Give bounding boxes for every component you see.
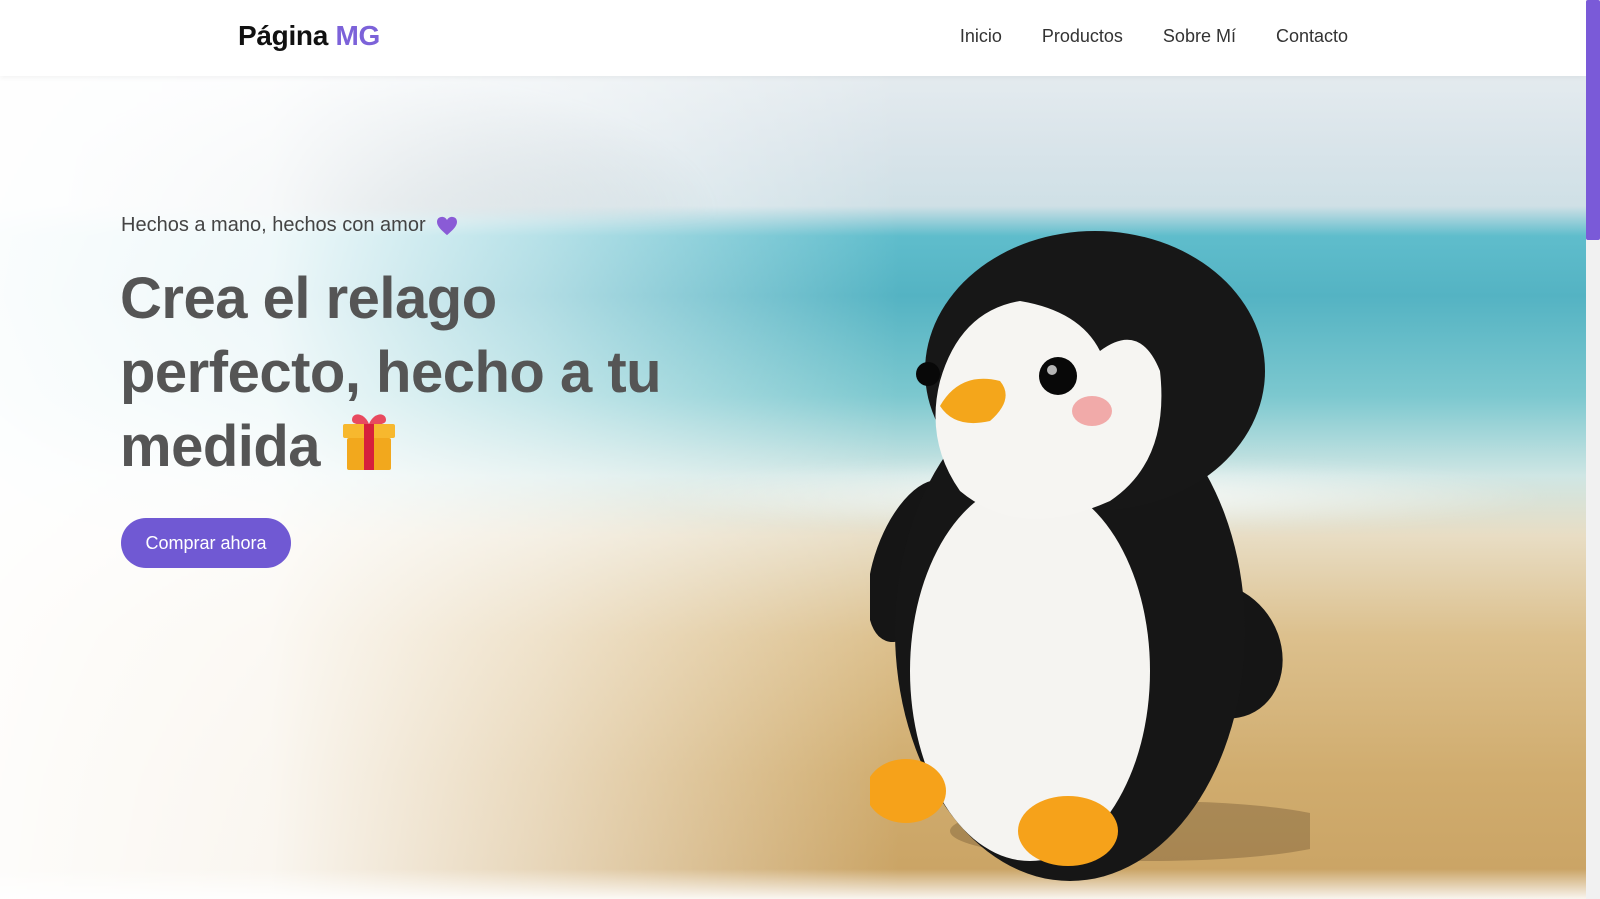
purple-heart-icon bbox=[436, 216, 457, 235]
hero-tagline: Hechos a mano, hechos con amor bbox=[121, 214, 458, 237]
headline-line-1: Crea el relago bbox=[120, 266, 497, 331]
page-scrollbar[interactable] bbox=[1586, 0, 1600, 899]
penguin-plush-icon bbox=[870, 231, 1310, 881]
headline-line-2: perfecto, hecho a tu bbox=[120, 340, 662, 405]
gift-icon bbox=[343, 414, 396, 470]
logo-text: Página bbox=[238, 20, 329, 51]
hero-headline: Crea el relago perfecto, hecho a tu medida bbox=[120, 262, 740, 484]
site-logo[interactable]: Página MG bbox=[238, 20, 380, 52]
hero-section: Hechos a mano, hechos con amor Crea el r… bbox=[0, 76, 1586, 899]
site-header: Página MG Inicio Productos Sobre Mí Cont… bbox=[0, 0, 1586, 76]
nav-link-sobre-mi[interactable]: Sobre Mí bbox=[1163, 26, 1236, 47]
nav-link-inicio[interactable]: Inicio bbox=[960, 26, 1002, 47]
scrollbar-thumb[interactable] bbox=[1586, 0, 1600, 240]
tagline-text: Hechos a mano, hechos con amor bbox=[121, 214, 426, 236]
buy-now-button[interactable]: Comprar ahora bbox=[121, 518, 291, 568]
headline-line-3: medida bbox=[120, 414, 321, 479]
hero-text-fade bbox=[0, 76, 900, 899]
nav-link-productos[interactable]: Productos bbox=[1042, 26, 1123, 47]
hero-bottom-fade bbox=[0, 869, 1586, 899]
logo-accent-text: MG bbox=[335, 20, 381, 51]
nav-link-contacto[interactable]: Contacto bbox=[1276, 26, 1348, 47]
main-nav: Inicio Productos Sobre Mí Contacto bbox=[960, 26, 1348, 47]
